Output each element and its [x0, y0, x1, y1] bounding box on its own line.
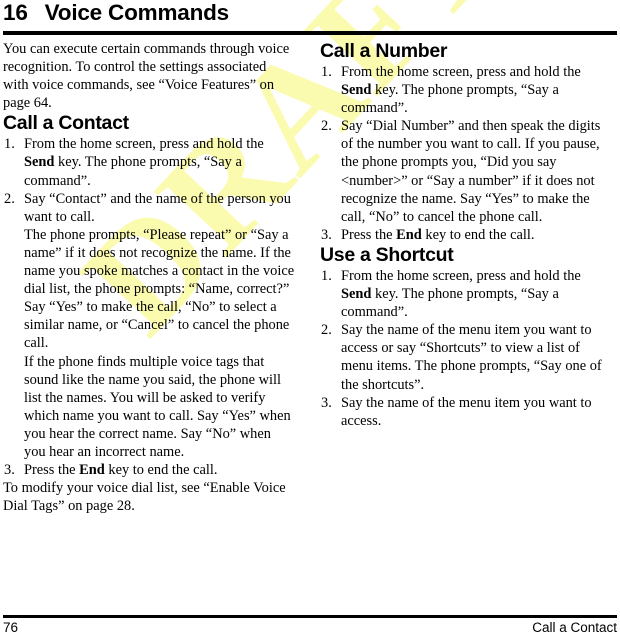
step-text-before-key: From the home screen, press and hold the	[24, 136, 264, 153]
key-name: Send	[341, 82, 372, 99]
step-text-before-key: Press the	[341, 226, 397, 243]
page-footer: 76 Call a Contact	[3, 620, 617, 635]
list-item: Press the End key to end the call.	[320, 226, 612, 244]
intro-paragraph: You can execute certain commands through…	[3, 41, 290, 112]
chapter-header: 16 Voice Commands	[3, 0, 617, 26]
step-text-after-key: key. The phone prompts, “Say a command”.	[341, 286, 559, 321]
footer-rule	[3, 615, 617, 618]
list-item: Press the End key to end the call.	[3, 461, 295, 479]
list-item: Say “Contact” and the name of the person…	[3, 190, 295, 461]
list-item: Say the name of the menu item you want t…	[320, 321, 612, 393]
chapter-title: Voice Commands	[44, 0, 230, 25]
step-text-before-key: Say “Dial Number” and then speak the dig…	[341, 118, 601, 225]
list-item: Say the name of the menu item you want t…	[320, 394, 612, 430]
steps-call-a-number: From the home screen, press and hold the…	[320, 63, 612, 244]
manual-page: DRAFT 16 Voice Commands You can execute c…	[0, 0, 620, 637]
list-item: From the home screen, press and hold the…	[320, 63, 612, 117]
steps-call-a-contact: From the home screen, press and hold the…	[3, 135, 295, 479]
section-heading-call-a-number: Call a Number	[320, 40, 448, 62]
step-sub-paragraph: The phone prompts, “Please repeat” or “S…	[24, 226, 295, 352]
closing-paragraph-call-a-contact: To modify your voice dial list, see “Ena…	[3, 480, 286, 515]
list-item: From the home screen, press and hold the…	[3, 135, 295, 189]
list-item: From the home screen, press and hold the…	[320, 267, 612, 321]
list-item: Say “Dial Number” and then speak the dig…	[320, 117, 612, 226]
section-heading-use-a-shortcut: Use a Shortcut	[320, 243, 454, 266]
footer-running-head: Call a Contact	[532, 620, 617, 635]
step-text-after-key: key to end the call.	[421, 226, 535, 243]
header-rule	[3, 31, 617, 35]
key-name: End	[396, 226, 422, 243]
footer-page-number: 76	[3, 620, 19, 635]
step-text-before-key: Say the name of the menu item you want t…	[341, 322, 602, 393]
step-text-after-key: key. The phone prompts, “Say a command”.	[24, 154, 242, 189]
column-left: You can execute certain commands through…	[3, 40, 295, 515]
key-name: End	[79, 462, 105, 479]
step-text-before-key: Say “Contact” and the name of the person…	[24, 190, 291, 225]
chapter-number: 16	[3, 0, 28, 25]
step-text-before-key: From the home screen, press and hold the	[341, 267, 581, 284]
step-text-after-key: key. The phone prompts, “Say a command”.	[341, 82, 559, 117]
steps-use-a-shortcut: From the home screen, press and hold the…	[320, 267, 612, 430]
step-text-before-key: From the home screen, press and hold the	[341, 64, 581, 80]
key-name: Send	[24, 154, 55, 171]
section-heading-call-a-contact: Call a Contact	[3, 112, 129, 135]
column-right: Call a Number From the home screen, pres…	[320, 40, 612, 430]
step-text-before-key: Press the	[24, 462, 80, 479]
step-text-before-key: Say the name of the menu item you want t…	[341, 394, 592, 429]
step-sub-paragraph: If the phone finds multiple voice tags t…	[24, 353, 291, 460]
step-text-after-key: key to end the call.	[104, 462, 218, 479]
key-name: Send	[341, 286, 372, 303]
page-content: 16 Voice Commands You can execute certain…	[0, 0, 620, 637]
